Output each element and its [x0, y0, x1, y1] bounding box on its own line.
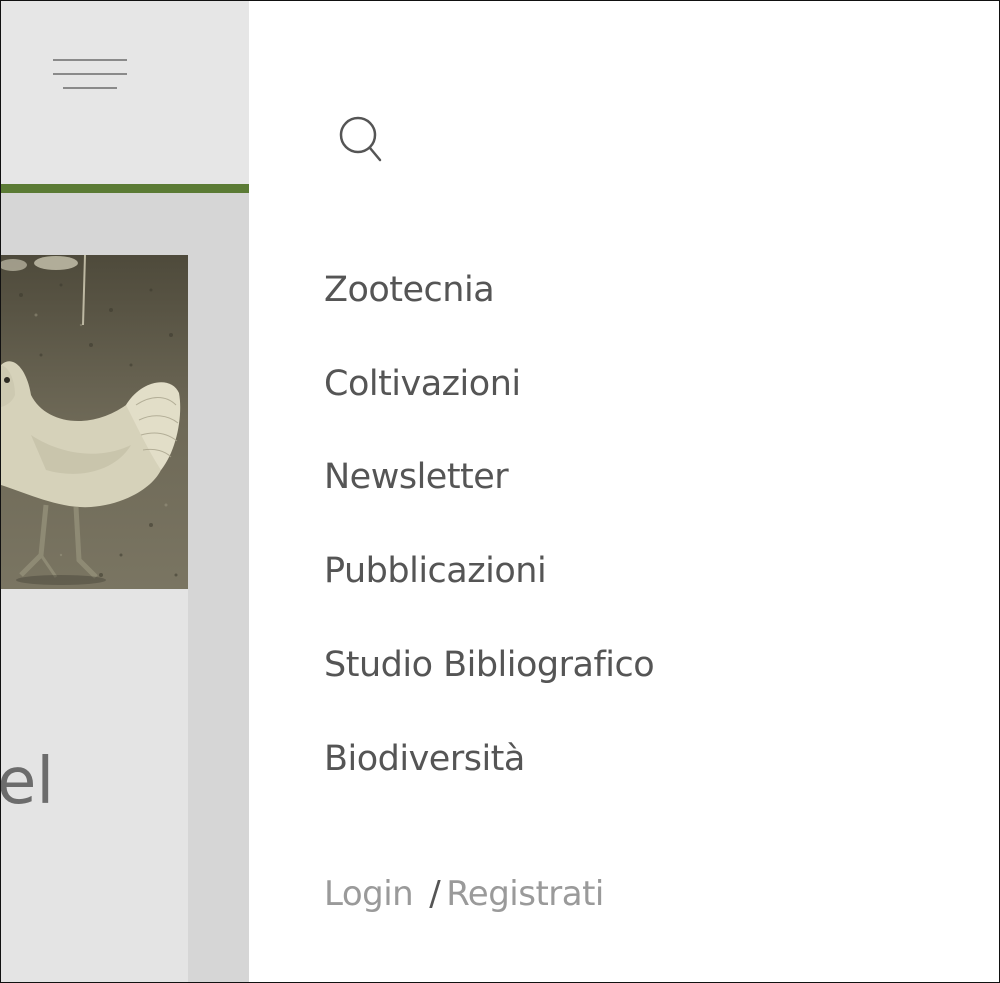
article-card[interactable]: el — [1, 255, 188, 982]
menu-item-newsletter[interactable]: Newsletter — [324, 460, 509, 495]
header-accent-bar — [1, 184, 249, 193]
menu-item-coltivazioni[interactable]: Coltivazioni — [324, 367, 521, 402]
auth-separator: / — [429, 874, 441, 914]
hamburger-icon-line — [53, 73, 127, 75]
menu-item-biodiversita[interactable]: Biodiversità — [324, 742, 525, 777]
search-icon — [339, 116, 382, 162]
hen-photo-illustration — [1, 255, 188, 589]
search-button[interactable] — [337, 115, 385, 163]
hamburger-icon-line — [63, 87, 117, 89]
hamburger-icon — [53, 59, 127, 61]
hamburger-menu-button[interactable] — [53, 57, 127, 93]
background-page: el — [1, 1, 249, 982]
menu-item-studio-bibliografico[interactable]: Studio Bibliografico — [324, 648, 655, 683]
menu-item-zootecnia[interactable]: Zootecnia — [324, 273, 495, 308]
register-link[interactable]: Registrati — [446, 874, 604, 914]
auth-links: Login / Registrati — [324, 877, 604, 911]
article-title-fragment: el — [1, 745, 55, 819]
login-link[interactable]: Login — [324, 874, 414, 914]
app-frame: el Zootecnia Coltivazioni Newsletter Pub… — [0, 0, 1000, 983]
menu-item-pubblicazioni[interactable]: Pubblicazioni — [324, 554, 547, 589]
article-image — [1, 255, 188, 589]
site-header — [1, 1, 249, 184]
